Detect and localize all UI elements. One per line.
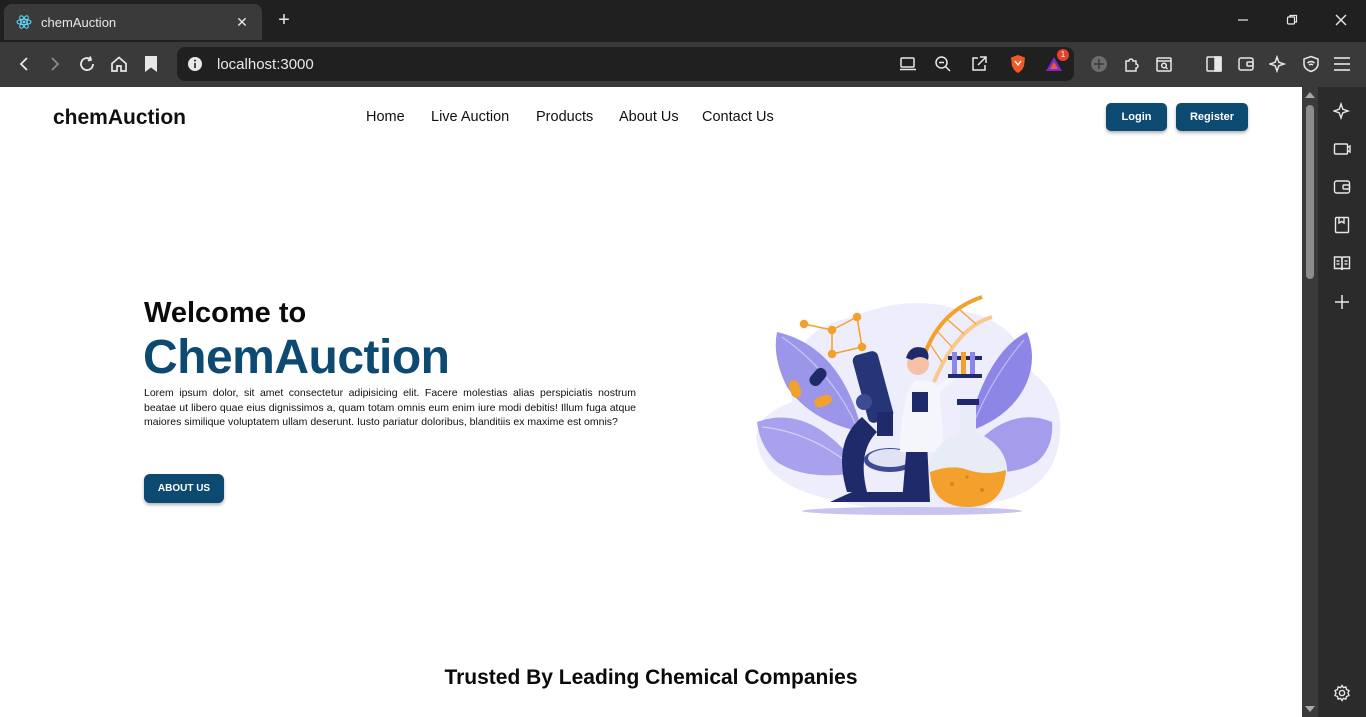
- nav-live-auction[interactable]: Live Auction: [431, 109, 509, 125]
- back-icon[interactable]: [13, 53, 35, 75]
- new-tab-icon[interactable]: +: [274, 10, 294, 30]
- tab-strip: chemAuction ✕ +: [0, 0, 1366, 42]
- browser-window: chemAuction ✕ + localhost:3000 1 chemAuc…: [0, 0, 1366, 717]
- home-icon[interactable]: [108, 53, 130, 75]
- restore-icon[interactable]: [1280, 8, 1304, 32]
- login-button[interactable]: Login: [1106, 103, 1167, 131]
- nav-about-us[interactable]: About Us: [619, 109, 679, 125]
- page-search-icon[interactable]: [1153, 53, 1175, 75]
- nav-home[interactable]: Home: [366, 109, 405, 125]
- brave-vpn-shield-icon[interactable]: [1300, 53, 1322, 75]
- playlist-icon[interactable]: [1332, 139, 1352, 159]
- scroll-down-arrow-icon[interactable]: [1305, 706, 1315, 712]
- register-button[interactable]: Register: [1176, 103, 1248, 131]
- close-tab-icon[interactable]: ✕: [234, 14, 250, 31]
- page-viewport: chemAuction Home Live Auction Products A…: [0, 87, 1302, 717]
- sidebar-toggle-icon[interactable]: [1203, 53, 1225, 75]
- cast-icon[interactable]: [897, 53, 919, 75]
- side-wallet-icon[interactable]: [1332, 177, 1352, 197]
- browser-toolbar: localhost:3000 1: [0, 42, 1366, 87]
- url-text[interactable]: localhost:3000: [217, 56, 314, 73]
- tab-chemauction[interactable]: chemAuction ✕: [4, 4, 262, 40]
- scientist-lab-illustration: [756, 295, 1061, 515]
- tab-title: chemAuction: [41, 14, 117, 30]
- trusted-heading: Trusted By Leading Chemical Companies: [444, 666, 858, 689]
- forward-icon[interactable]: [44, 53, 66, 75]
- reading-list-icon[interactable]: [1332, 253, 1352, 273]
- close-window-icon[interactable]: [1329, 8, 1353, 32]
- scroll-thumb[interactable]: [1306, 105, 1314, 279]
- hero-description: Lorem ipsum dolor, sit amet consectetur …: [144, 387, 636, 428]
- rewards-badge: 1: [1057, 49, 1069, 61]
- bookmarks-panel-icon[interactable]: [1332, 215, 1352, 235]
- share-icon[interactable]: [968, 53, 990, 75]
- wallet-icon[interactable]: [1235, 53, 1257, 75]
- page-scrollbar[interactable]: [1302, 87, 1318, 717]
- extensions-icon[interactable]: [1121, 53, 1143, 75]
- add-panel-icon[interactable]: [1332, 292, 1352, 312]
- leo-sparkle-icon[interactable]: [1332, 101, 1352, 121]
- brave-rewards-icon[interactable]: 1: [1043, 49, 1069, 75]
- browser-side-panel: [1318, 87, 1366, 717]
- about-us-button[interactable]: ABOUT US: [144, 474, 224, 503]
- nav-products[interactable]: Products: [536, 109, 593, 125]
- react-atom-icon: [16, 15, 32, 29]
- menu-icon[interactable]: [1331, 53, 1353, 75]
- site-info-icon[interactable]: [187, 56, 203, 72]
- scroll-up-arrow-icon[interactable]: [1305, 92, 1315, 98]
- bookmark-icon[interactable]: [140, 53, 162, 75]
- address-bar[interactable]: localhost:3000 1: [177, 47, 1074, 81]
- leo-ai-icon[interactable]: [1267, 53, 1289, 75]
- nav-contact-us[interactable]: Contact Us: [702, 109, 774, 125]
- hero-title: ChemAuction: [143, 331, 450, 384]
- minimize-icon[interactable]: [1231, 8, 1255, 32]
- reload-icon[interactable]: [76, 53, 98, 75]
- site-logo[interactable]: chemAuction: [53, 106, 186, 130]
- vpn-icon[interactable]: [1088, 53, 1110, 75]
- brave-shields-icon[interactable]: [1007, 53, 1029, 75]
- zoom-out-icon[interactable]: [932, 53, 954, 75]
- hero-welcome: Welcome to: [144, 297, 307, 329]
- settings-gear-icon[interactable]: [1332, 683, 1352, 703]
